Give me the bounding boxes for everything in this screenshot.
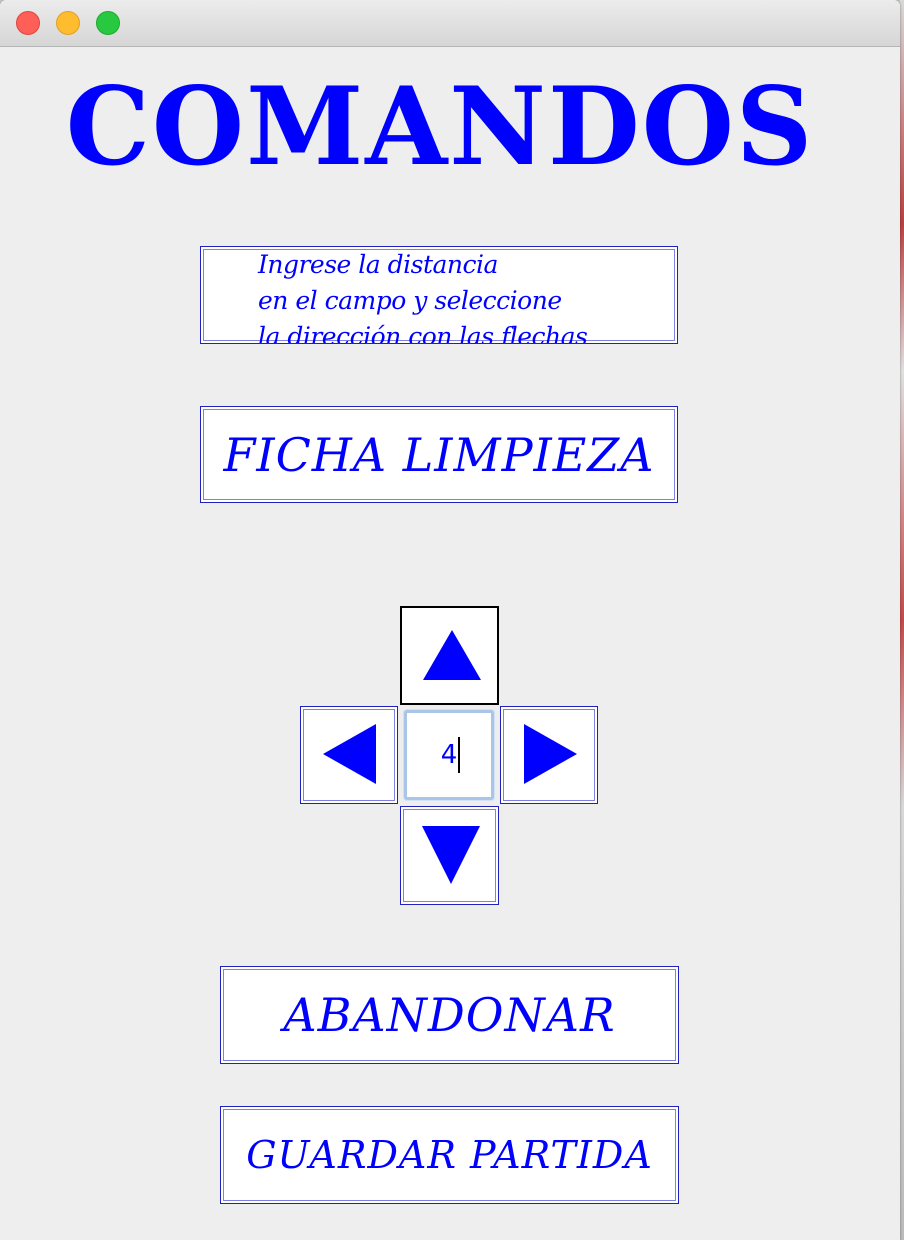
zoom-window-button[interactable] [96,11,120,35]
arrow-right-icon [524,724,577,784]
abandonar-label: ABANDONAR [283,988,616,1042]
instructions-line-2: en el campo y seleccione [258,286,562,315]
instructions-line-1: Ingrese la distancia [258,250,498,279]
guardar-partida-button[interactable]: GUARDAR PARTIDA [220,1106,679,1204]
instructions-line-3: la dirección con las flechas [258,322,588,344]
ficha-limpieza-label: FICHA LIMPIEZA [223,427,655,482]
abandonar-button[interactable]: ABANDONAR [220,966,679,1064]
title-bar[interactable] [0,0,900,47]
arrow-up-icon [423,630,481,680]
close-window-button[interactable] [16,11,40,35]
text-caret [458,737,460,773]
move-down-button[interactable] [400,806,499,905]
move-right-button[interactable] [500,706,598,804]
distance-input[interactable] [404,710,494,800]
minimize-window-button[interactable] [56,11,80,35]
arrow-down-icon [422,826,480,884]
page-title: COMANDOS [65,64,815,190]
ficha-limpieza-button[interactable]: FICHA LIMPIEZA [200,406,678,503]
arrow-left-icon [323,724,376,784]
move-up-button[interactable] [400,606,499,705]
instructions-panel: Ingrese la distancia en el campo y selec… [200,246,678,344]
move-left-button[interactable] [300,706,398,804]
desktop-backdrop [900,0,904,1240]
commands-window: COMANDOS Ingrese la distancia en el camp… [0,0,900,1240]
guardar-partida-label: GUARDAR PARTIDA [246,1133,653,1177]
